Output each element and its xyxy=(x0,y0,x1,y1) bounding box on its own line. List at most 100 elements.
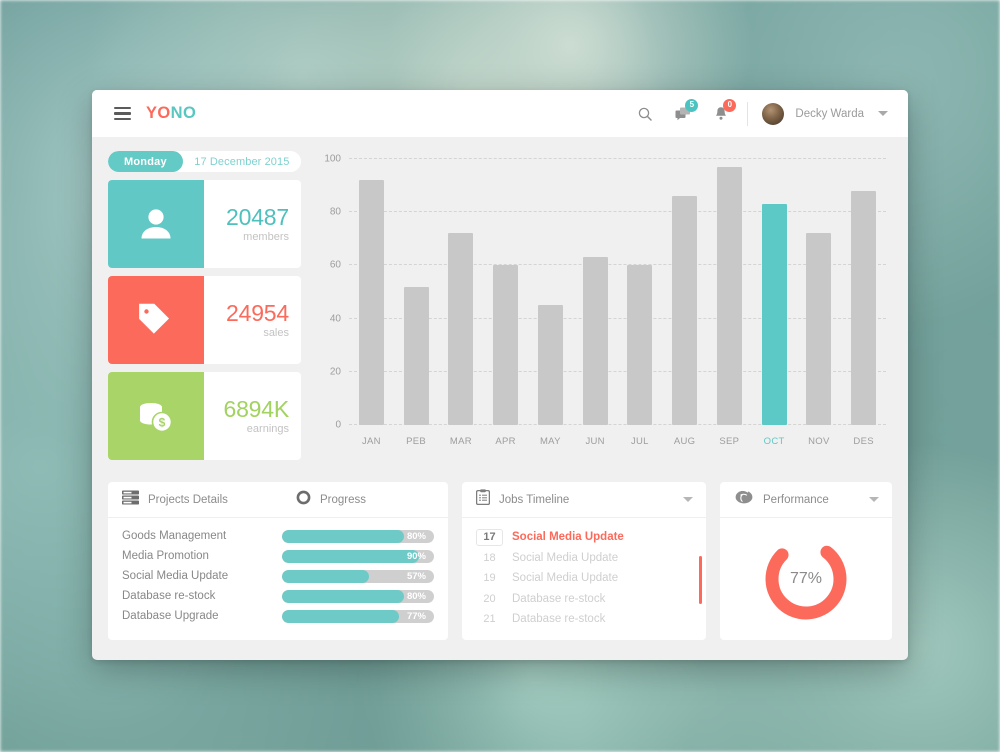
messages-button[interactable]: 5 xyxy=(669,98,699,128)
project-progress-fill xyxy=(282,609,400,623)
stat-value-earnings: 6894K xyxy=(223,396,289,423)
chart-bar-slot xyxy=(797,159,842,425)
stat-value-sales: 24954 xyxy=(226,300,289,327)
chart-x-tick-label: APR xyxy=(495,436,516,447)
job-row[interactable]: 20 Database re-stock xyxy=(476,589,692,610)
job-name: Social Media Update xyxy=(512,572,619,585)
job-name: Database re-stock xyxy=(512,592,606,605)
coins-icon: $ xyxy=(108,372,204,460)
project-progress-track: 77% xyxy=(282,609,434,623)
hamburger-icon[interactable] xyxy=(114,106,131,121)
project-row[interactable]: Database Upgrade 77% xyxy=(122,606,434,626)
jobs-panel-header: Jobs Timeline xyxy=(462,482,706,518)
job-row[interactable]: 17 Social Media Update xyxy=(476,527,692,548)
stat-card-earnings[interactable]: $ 6894K earnings xyxy=(108,372,301,460)
chart-y-tick-label: 80 xyxy=(329,206,341,218)
toolbar-divider xyxy=(747,101,749,126)
chart-y-tick-label: 20 xyxy=(329,366,341,378)
project-progress-label: 80% xyxy=(406,530,426,542)
performance-panel: Performance 77% xyxy=(720,482,892,640)
project-progress-fill xyxy=(282,549,419,563)
app-logo: YONO xyxy=(146,104,196,123)
project-row[interactable]: Database re-stock 80% xyxy=(122,586,434,606)
stat-value-members: 20487 xyxy=(226,204,289,231)
stat-body-members: 20487 members xyxy=(204,180,301,268)
project-progress-label: 80% xyxy=(406,590,426,602)
chart-bar[interactable] xyxy=(493,265,519,425)
chart-y-tick-label: 60 xyxy=(329,259,341,271)
projects-panel-title: Projects Details xyxy=(148,493,228,506)
stat-body-earnings: 6894K earnings xyxy=(204,372,301,460)
projects-panel-header: Projects Details Progress xyxy=(108,482,448,518)
chart-bar-slot xyxy=(752,159,797,425)
performance-value: 77% xyxy=(789,569,823,587)
project-progress-fill xyxy=(282,569,369,583)
avatar[interactable] xyxy=(762,102,785,125)
chart-bar-slot xyxy=(528,159,573,425)
tag-icon xyxy=(108,276,204,364)
top-bar: YONO 5 0 Decky Warda xyxy=(92,90,908,137)
chart-y-tick-label: 40 xyxy=(329,313,341,325)
dashboard-window: YONO 5 0 Decky Warda Monday 17 December … xyxy=(92,90,908,660)
chevron-down-icon[interactable] xyxy=(878,111,888,116)
jobs-chevron-down-icon[interactable] xyxy=(683,497,693,502)
chart-bar[interactable] xyxy=(761,204,787,425)
stats-column: Monday 17 December 2015 20487 members 24… xyxy=(108,151,301,468)
performance-panel-header: Performance xyxy=(720,482,892,518)
project-progress-track: 90% xyxy=(282,549,434,563)
chart-bar[interactable] xyxy=(358,180,384,425)
job-row[interactable]: 19 Social Media Update xyxy=(476,568,692,589)
project-row[interactable]: Goods Management 80% xyxy=(122,526,434,546)
stat-card-members[interactable]: 20487 members xyxy=(108,180,301,268)
job-row[interactable]: 18 Social Media Update xyxy=(476,548,692,569)
project-row[interactable]: Media Promotion 90% xyxy=(122,546,434,566)
user-icon xyxy=(108,180,204,268)
project-name: Database re-stock xyxy=(122,590,216,602)
project-name: Goods Management xyxy=(122,530,227,542)
chart-x-tick-label: PEB xyxy=(406,436,427,447)
project-progress-track: 80% xyxy=(282,529,434,543)
svg-text:$: $ xyxy=(159,416,166,430)
chart-bar[interactable] xyxy=(672,196,698,425)
chart-x-tick-label: DES xyxy=(853,436,874,447)
chart-x-tick-label: AUG xyxy=(673,436,696,447)
project-row[interactable]: Social Media Update 57% xyxy=(122,566,434,586)
stat-label-members: members xyxy=(243,230,289,243)
notifications-button[interactable]: 0 xyxy=(707,98,737,128)
chart-bar-slot xyxy=(483,159,528,425)
jobs-scrollbar[interactable] xyxy=(699,556,702,604)
performance-panel-title: Performance xyxy=(763,493,829,506)
chart-bar[interactable] xyxy=(403,286,429,425)
job-date: 19 xyxy=(483,572,496,585)
project-progress-label: 90% xyxy=(406,550,426,562)
project-progress-track: 57% xyxy=(282,569,434,583)
projects-list: Goods Management 80% Media Promotion 90% Soc… xyxy=(108,518,448,636)
chart-bar-slot xyxy=(573,159,618,425)
stat-card-sales[interactable]: 24954 sales xyxy=(108,276,301,364)
logo-text-first: YO xyxy=(146,104,171,122)
chart-bar[interactable] xyxy=(448,233,474,425)
chart-bar-slot xyxy=(618,159,663,425)
project-progress-label: 57% xyxy=(406,570,426,582)
chart-bar-slot xyxy=(841,159,886,425)
day-pill[interactable]: Monday xyxy=(108,151,183,172)
job-name: Social Media Update xyxy=(512,551,619,564)
chart-bar[interactable] xyxy=(851,190,877,425)
projects-details-panel: Projects Details Progress Goods Manageme… xyxy=(108,482,448,640)
jobs-list: 17 Social Media Update 18 Social Media Upda… xyxy=(462,518,706,640)
job-row[interactable]: 21 Database re-stock xyxy=(476,609,692,630)
chart-x-tick-label: MAY xyxy=(539,436,561,447)
dashboard-content: Monday 17 December 2015 20487 members 24… xyxy=(92,137,908,656)
search-icon[interactable] xyxy=(631,100,659,128)
chart-x-tick-label: MAR xyxy=(449,436,472,447)
chart-x-tick-label: OCT xyxy=(763,436,785,447)
chart-bar[interactable] xyxy=(806,233,832,425)
chart-bar[interactable] xyxy=(716,166,742,425)
chart-bar[interactable] xyxy=(627,265,653,425)
chart-bars xyxy=(349,159,886,425)
chart-bar[interactable] xyxy=(537,305,563,425)
circle-ring-icon xyxy=(296,490,311,510)
performance-chevron-down-icon[interactable] xyxy=(869,497,879,502)
job-date: 21 xyxy=(483,613,496,626)
chart-bar[interactable] xyxy=(582,257,608,425)
